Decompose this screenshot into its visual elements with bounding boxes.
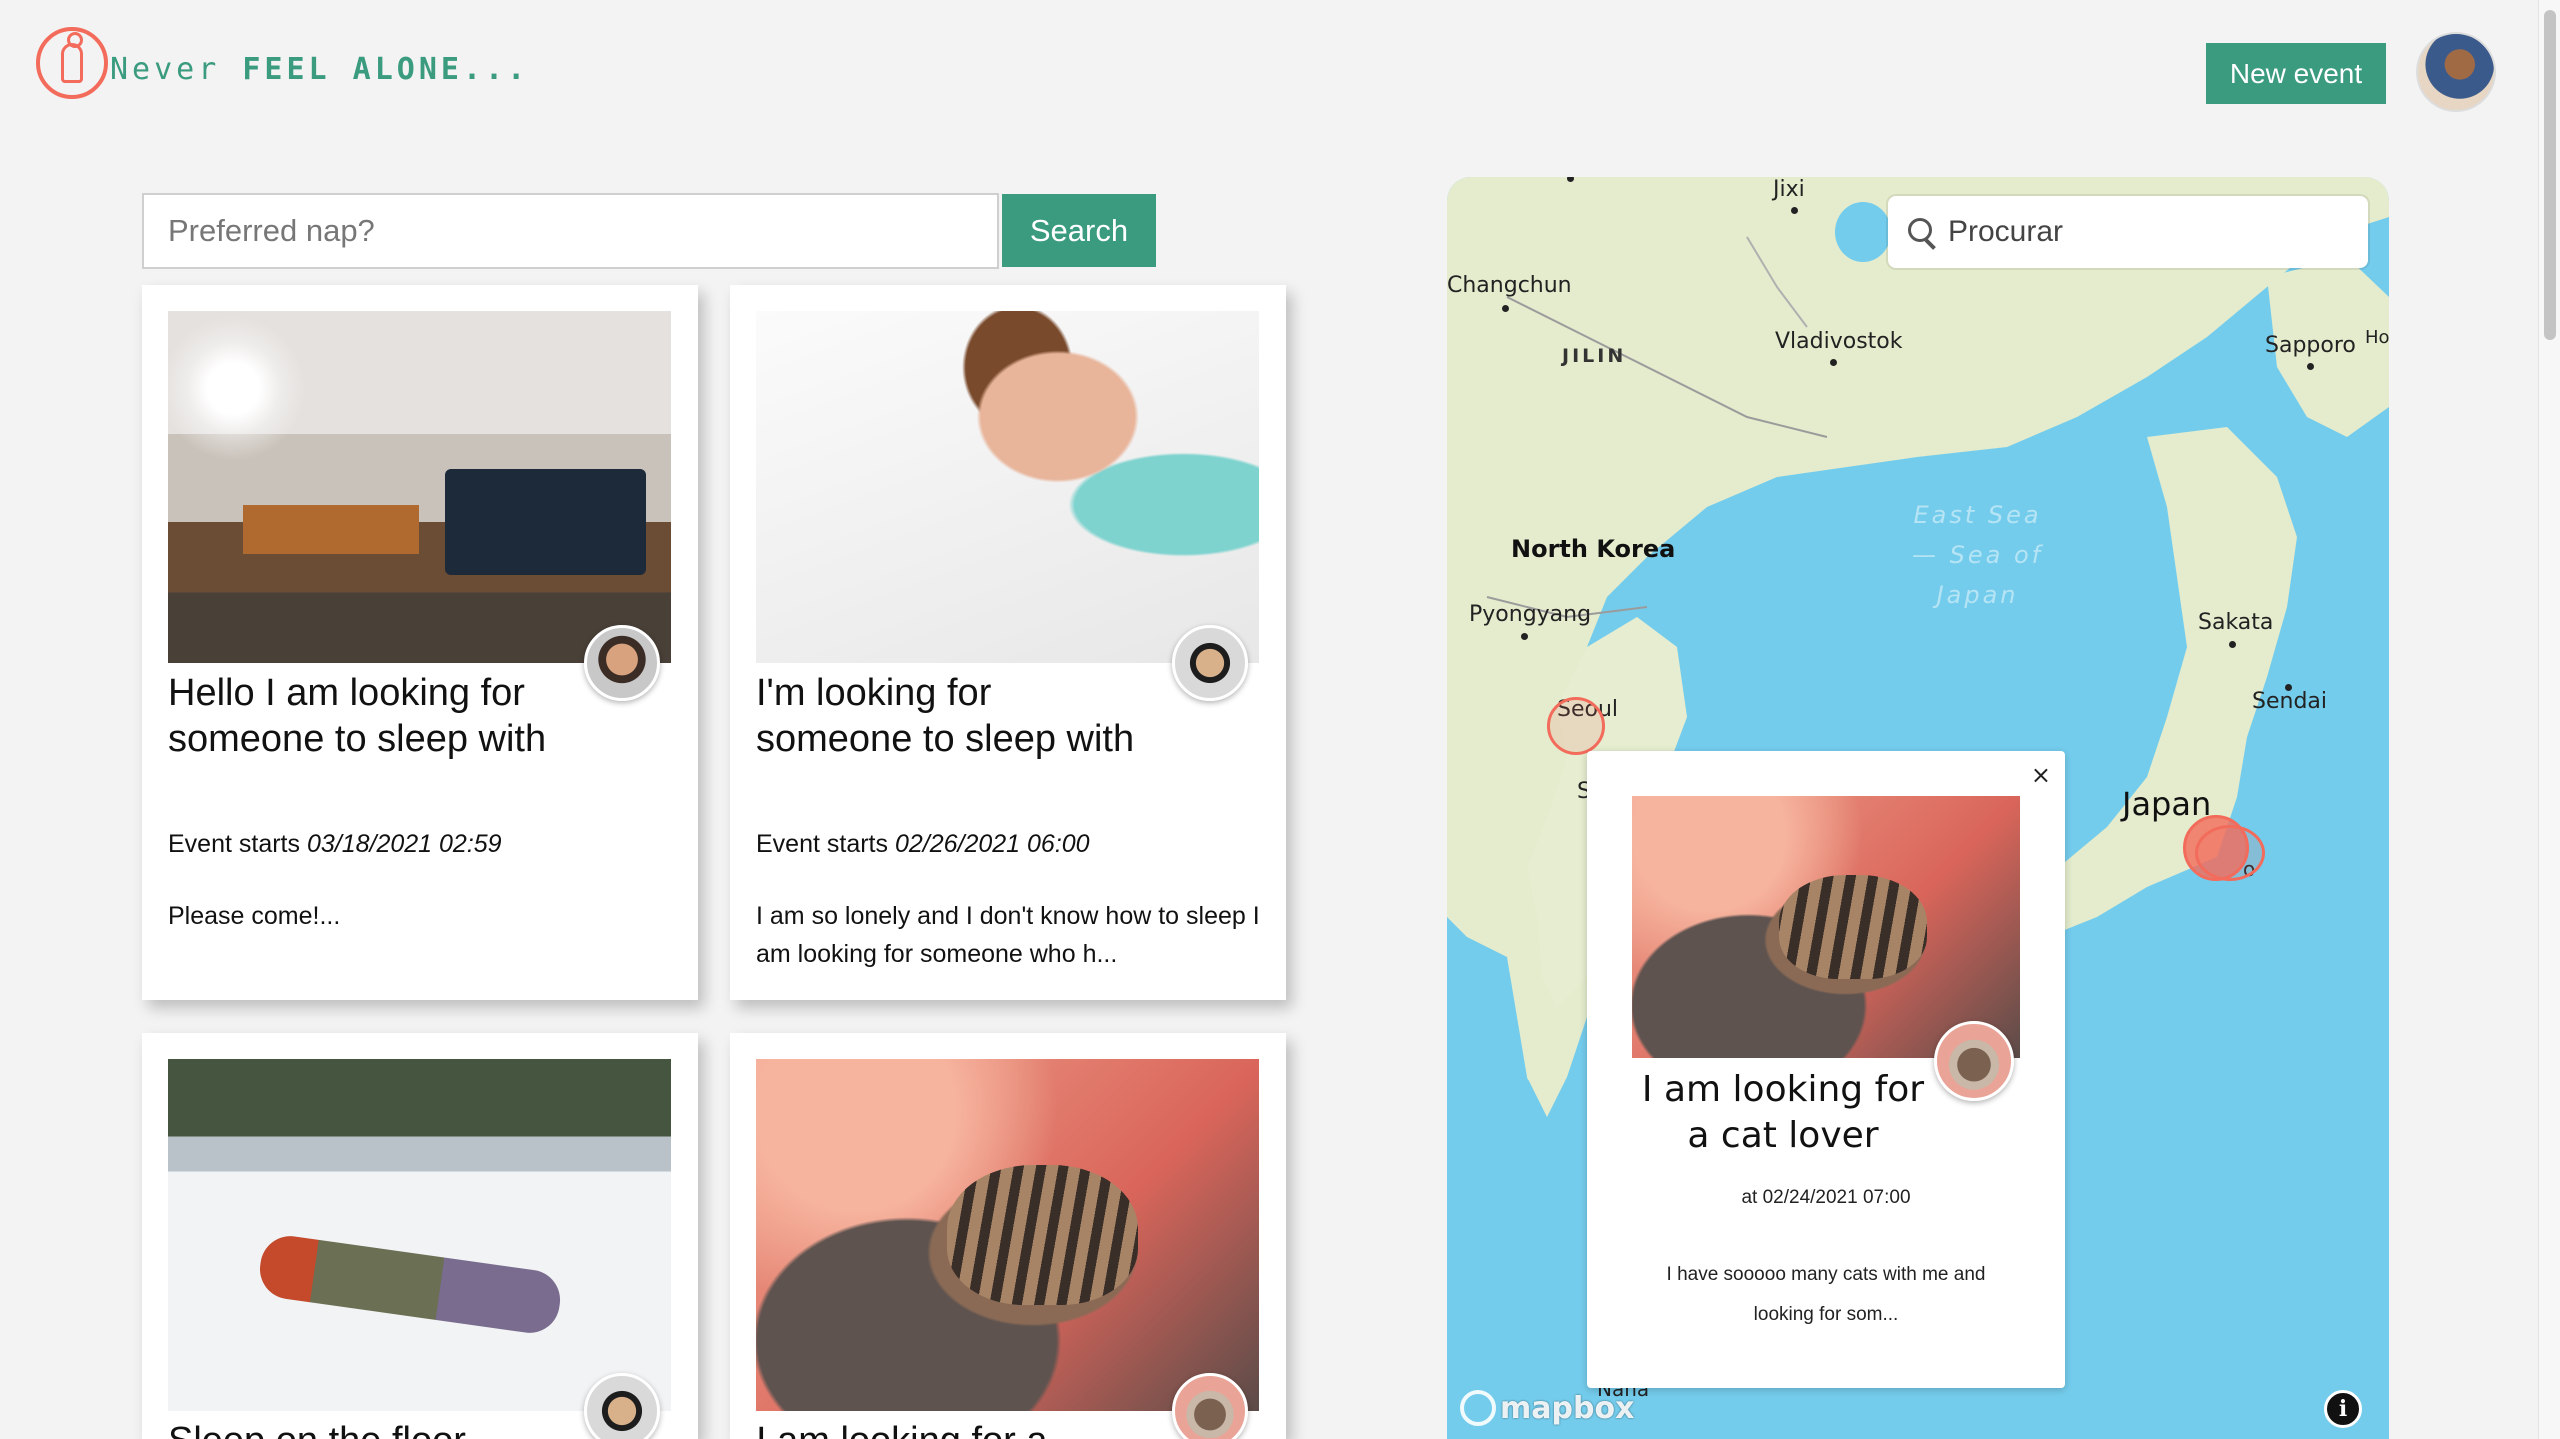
- event-start-label: Event starts: [756, 830, 888, 858]
- host-avatar[interactable]: [1172, 625, 1248, 701]
- map-label-vladivostok: Vladivostok: [1775, 329, 1903, 354]
- page-scrollbar[interactable]: [2538, 0, 2560, 1439]
- event-description: I am so lonely and I don't know how to s…: [756, 902, 1260, 968]
- event-card[interactable]: I am looking for a: [730, 1033, 1286, 1439]
- event-title[interactable]: Sleep on the floor: [168, 1418, 668, 1439]
- map-search-box[interactable]: [1888, 196, 2368, 268]
- info-icon[interactable]: i: [2324, 1390, 2362, 1428]
- map-event-marker[interactable]: [2195, 825, 2265, 881]
- map-label-pyongyang: Pyongyang: [1469, 602, 1592, 627]
- map-label-jixi: Jixi: [1773, 177, 1805, 202]
- event-card[interactable]: Sleep on the floor: [142, 1033, 698, 1439]
- event-card[interactable]: I'm looking for someone to sleep with Ev…: [730, 285, 1286, 1000]
- event-title[interactable]: I'm looking for someone to sleep with: [756, 670, 1136, 762]
- map-label-sendai: Sendai: [2252, 689, 2328, 714]
- event-start: Event starts 03/18/2021 02:59: [168, 830, 502, 859]
- map-search-input[interactable]: [1948, 215, 2348, 249]
- map-label-jilin: JILIN: [1562, 345, 1627, 367]
- popup-photo: [1632, 796, 2020, 1058]
- event-start-time: 03/18/2021 02:59: [306, 830, 502, 858]
- mapbox-logo[interactable]: mapbox: [1460, 1390, 1634, 1426]
- event-title[interactable]: I am looking for a: [756, 1418, 1256, 1439]
- map-label-ho: Ho: [2365, 327, 2389, 348]
- event-photo[interactable]: [756, 311, 1259, 663]
- map-label-changchun: Changchun: [1447, 273, 1572, 298]
- map-city-dot: [1502, 305, 1509, 312]
- header: Never FEEL ALONE... New event: [0, 0, 2560, 140]
- map-event-popup[interactable]: × I am looking for a cat lover at 02/24/…: [1587, 751, 2065, 1388]
- event-start-label: Event starts: [168, 830, 300, 858]
- event-photo[interactable]: [168, 311, 671, 663]
- logo-icon[interactable]: [36, 27, 108, 99]
- logo-text[interactable]: Never FEEL ALONE...: [110, 52, 529, 87]
- map-label-sea: East Sea — Sea of Japan: [1912, 495, 2043, 615]
- map-city-dot: [2307, 363, 2314, 370]
- search-icon: [1888, 196, 1948, 268]
- event-description: Please come!...: [168, 902, 341, 930]
- logo-word-feel-alone: FEEL ALONE...: [242, 52, 530, 87]
- search-button[interactable]: Search: [1002, 194, 1156, 267]
- event-photo[interactable]: [168, 1059, 671, 1411]
- map-city-dot: [1791, 207, 1798, 214]
- popup-description: I have sooooo many cats with me and look…: [1666, 1264, 1986, 1325]
- scrollbar-thumb[interactable]: [2544, 10, 2556, 340]
- map-city-dot: [1521, 633, 1528, 640]
- sea-line-2: — Sea of: [1912, 541, 2044, 569]
- map-label-sakata: Sakata: [2198, 610, 2274, 635]
- close-icon[interactable]: ×: [2031, 761, 2051, 789]
- host-avatar[interactable]: [584, 625, 660, 701]
- user-avatar[interactable]: [2416, 32, 2496, 112]
- mapbox-logo-icon: [1460, 1390, 1496, 1426]
- search-input[interactable]: [142, 193, 999, 269]
- mapbox-logo-text: mapbox: [1500, 1390, 1635, 1426]
- map-label-north-korea: North Korea: [1511, 535, 1676, 563]
- sea-line-1: East Sea: [1913, 501, 2042, 529]
- event-title[interactable]: Hello I am looking for someone to sleep …: [168, 670, 548, 762]
- event-start-time: 02/26/2021 06:00: [894, 830, 1090, 858]
- event-card[interactable]: Hello I am looking for someone to sleep …: [142, 285, 698, 1000]
- popup-title[interactable]: I am looking for a cat lover: [1633, 1067, 1933, 1159]
- map-label-sapporo: Sapporo: [2265, 333, 2356, 358]
- logo-word-never: Never: [110, 52, 221, 87]
- map-city-dot: [2229, 641, 2236, 648]
- map-label-japan: Japan: [2122, 785, 2212, 823]
- sea-line-3: Japan: [1936, 581, 2019, 609]
- map-event-marker[interactable]: [1547, 697, 1605, 755]
- new-event-button[interactable]: New event: [2206, 43, 2386, 104]
- map-city-dot: [1830, 359, 1837, 366]
- event-start: Event starts 02/26/2021 06:00: [756, 830, 1090, 859]
- popup-time: at 02/24/2021 07:00: [1741, 1187, 1911, 1208]
- popup-host-avatar[interactable]: [1934, 1021, 2014, 1101]
- event-photo[interactable]: [756, 1059, 1259, 1411]
